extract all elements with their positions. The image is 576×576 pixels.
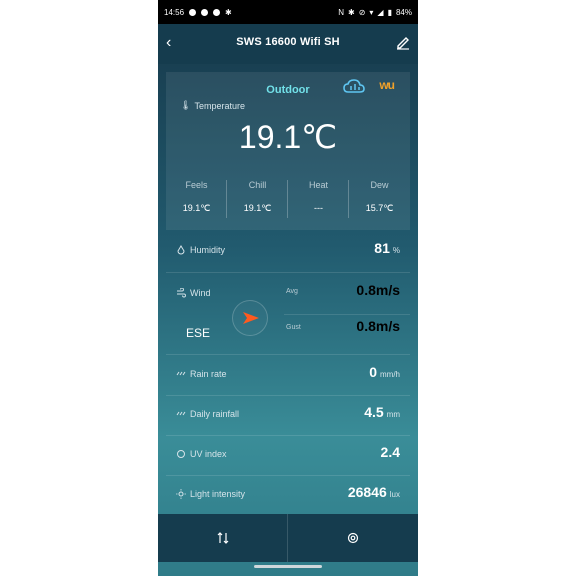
rain-rate-wrap: 0 mm/h [369, 364, 400, 380]
rainfall-icon [176, 411, 186, 416]
daily-rainfall-row: Daily rainfall 4.5 mm [166, 396, 410, 434]
outdoor-title: Outdoor [266, 84, 310, 96]
battery-text: 84% [395, 7, 412, 17]
chill-value: 19.1℃ [243, 203, 272, 213]
daily-rainfall-value: 4.5 [364, 404, 384, 420]
wind-avg-wrap: 0.8m/s [356, 282, 400, 298]
uv-icon [177, 450, 185, 458]
app-header: ‹ SWS 16600 Wifi SH [158, 24, 418, 64]
cloud-icon[interactable] [342, 78, 366, 96]
thermometer-icon: 🌡 [180, 100, 192, 110]
dew-value: 15.7℃ [365, 203, 394, 213]
heat-cell: Heat --- [288, 172, 349, 226]
wind-card: Wind ESE Avg 0.8m/s Gust 0.8m/s [166, 276, 410, 354]
temperature-subgrid: Feels 19.1℃ Chill 19.1℃ Heat --- Dew 15.… [166, 172, 410, 226]
status-bar: 14:56 ✱ N ✱ ⊘ ▾ ◢ ▮ 84% [158, 0, 418, 24]
wind-divider [284, 314, 410, 315]
status-time: 14:56 [164, 7, 185, 17]
light-label: Light intensity [190, 489, 246, 499]
mute-icon: ⊘ [358, 7, 366, 17]
edit-icon[interactable] [396, 34, 410, 50]
feels-cell: Feels 19.1℃ [166, 172, 227, 226]
light-unit: lux [389, 490, 400, 499]
wind-gust-unit: m/s [375, 318, 400, 334]
wind-label: Wind [190, 288, 211, 298]
humidity-unit: % [392, 246, 400, 255]
rain-rate-unit: mm/h [380, 370, 400, 379]
feels-value: 19.1℃ [182, 203, 211, 213]
humidity-value: 81 [374, 240, 390, 256]
sun-icon [176, 489, 186, 499]
wifi-icon: ▾ [369, 7, 374, 17]
battery-icon: ▮ [387, 7, 392, 17]
wind-avg-unit: m/s [375, 282, 400, 298]
light-value: 26846 [347, 484, 387, 500]
uv-row: UV index 2.4 [166, 436, 410, 474]
bluetooth-icon: ✱ [225, 7, 232, 17]
rain-rate-row: Rain rate 0 mm/h [166, 356, 410, 394]
bluetooth-icon-right: ✱ [348, 7, 355, 17]
sort-icon [217, 532, 228, 544]
wind-gust-wrap: 0.8m/s [356, 318, 400, 334]
temperature-value: 19.1℃ [238, 119, 338, 155]
divider [166, 272, 410, 273]
outdoor-card: Outdoor wu 🌡 Temperature 19.1℃ Feels 19.… [166, 72, 410, 230]
bottom-nav [158, 514, 418, 562]
nfc-icon: N [338, 7, 344, 17]
humidity-value-wrap: 81% [374, 240, 400, 256]
humidity-row: Humidity 81% [166, 232, 410, 270]
temperature-label-wrap: 🌡 Temperature [180, 100, 245, 111]
chill-cell: Chill 19.1℃ [227, 172, 288, 226]
heat-label: Heat [308, 180, 328, 190]
light-row: Light intensity 26846 lux [166, 476, 410, 514]
notification-icon-3 [213, 8, 221, 16]
settings-button[interactable] [288, 514, 418, 562]
chill-label: Chill [248, 180, 267, 190]
rain-rate-value: 0 [369, 364, 377, 380]
daily-rainfall-wrap: 4.5 mm [364, 404, 400, 420]
rain-icon [176, 371, 186, 376]
wind-gust-value: 0.8 [356, 318, 376, 334]
light-wrap: 26846 lux [348, 484, 400, 500]
daily-rainfall-unit: mm [386, 410, 400, 419]
humidity-icon [177, 245, 185, 255]
wu-logo[interactable]: wu [379, 78, 395, 92]
daily-rainfall-label: Daily rainfall [190, 409, 240, 419]
dew-label: Dew [370, 180, 389, 190]
sort-button[interactable] [158, 514, 288, 562]
app-screen: ‹ SWS 16600 Wifi SH Outdoor wu 🌡 Tempera… [158, 24, 418, 576]
uv-label: UV index [190, 449, 227, 459]
rain-rate-label: Rain rate [190, 369, 227, 379]
page-title: SWS 16600 Wifi SH [236, 36, 340, 48]
home-indicator[interactable] [254, 565, 322, 568]
heat-value: --- [314, 203, 323, 213]
signal-icon: ◢ [377, 7, 384, 17]
uv-value: 2.4 [380, 444, 400, 460]
feels-label: Feels [185, 180, 208, 190]
wind-gust-label: Gust [286, 324, 301, 331]
temperature-label: Temperature [194, 100, 245, 111]
wind-avg-value: 0.8 [356, 282, 376, 298]
notification-icon-2 [201, 8, 209, 16]
gear-icon [347, 532, 359, 544]
wind-icon [177, 288, 186, 298]
notification-icon [189, 8, 197, 16]
dew-cell: Dew 15.7℃ [349, 172, 410, 226]
wind-avg-label: Avg [286, 288, 298, 295]
wind-compass-icon [232, 300, 268, 336]
divider [166, 354, 410, 355]
wind-direction: ESE [186, 326, 211, 340]
humidity-label: Humidity [190, 245, 226, 255]
phone-screen: 14:56 ✱ N ✱ ⊘ ▾ ◢ ▮ 84% ‹ SWS 16600 Wifi… [158, 0, 418, 576]
